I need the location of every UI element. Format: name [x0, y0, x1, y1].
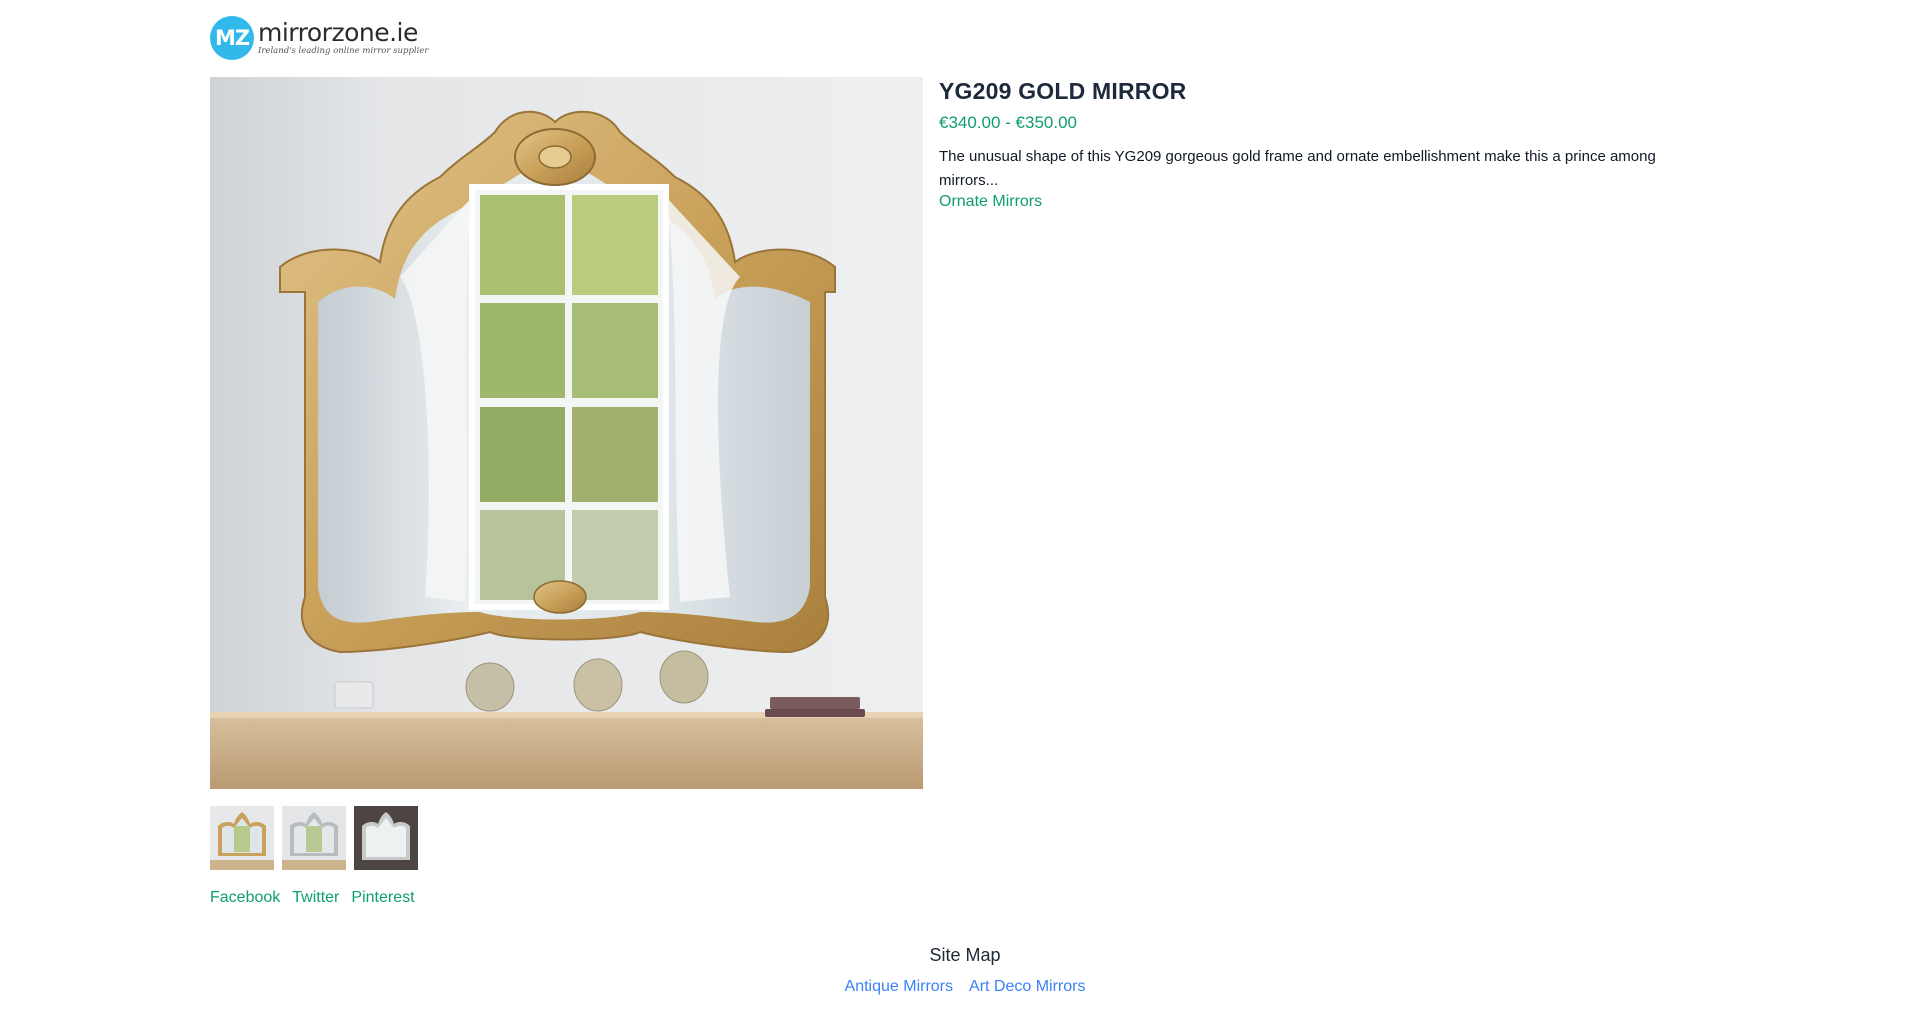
- sitemap-link-antique-mirrors[interactable]: Antique Mirrors: [845, 978, 953, 996]
- thumbnail-1[interactable]: [210, 806, 274, 870]
- thumbnail-2[interactable]: [282, 806, 346, 870]
- thumbnail-3[interactable]: [354, 806, 418, 870]
- pinterest-link[interactable]: Pinterest: [351, 889, 414, 907]
- product-price: €340.00 - €350.00: [939, 113, 1078, 132]
- logo-text: mirrorzone.ie Ireland's leading online m…: [258, 20, 428, 56]
- category-link[interactable]: Ornate Mirrors: [939, 193, 1042, 211]
- product-info: YG209 GOLD MIRROR €340.00 - €350.00 The …: [939, 78, 1719, 211]
- logo-badge: MZ: [210, 16, 254, 60]
- thumbnail-strip: [210, 806, 418, 870]
- footer: Site Map Antique Mirrors Art Deco Mirror…: [0, 945, 1920, 996]
- sitemap-title: Site Map: [929, 945, 1001, 965]
- facebook-link[interactable]: Facebook: [210, 889, 280, 907]
- social-links: Facebook Twitter Pinterest: [210, 889, 415, 907]
- product-main-image[interactable]: [210, 77, 923, 789]
- sitemap-link-art-deco-mirrors[interactable]: Art Deco Mirrors: [969, 978, 1085, 996]
- gold-mirror-thumbnail: [210, 806, 274, 870]
- twitter-link[interactable]: Twitter: [292, 889, 339, 907]
- site-logo[interactable]: MZ mirrorzone.ie Ireland's leading onlin…: [210, 16, 428, 60]
- logo-name: mirrorzone.ie: [258, 18, 418, 48]
- sitemap-links: Antique Mirrors Art Deco Mirrors: [0, 978, 1920, 996]
- product-page: MZ mirrorzone.ie Ireland's leading onlin…: [0, 0, 1920, 1014]
- logo-tagline: Ireland's leading online mirror supplier: [258, 46, 429, 57]
- gold-mirror-photo: [210, 77, 923, 789]
- product-description: The unusual shape of this YG209 gorgeous…: [939, 148, 1656, 189]
- dark-mirror-thumbnail: [354, 806, 418, 870]
- silver-mirror-thumbnail: [282, 806, 346, 870]
- product-title: YG209 GOLD MIRROR: [939, 78, 1187, 104]
